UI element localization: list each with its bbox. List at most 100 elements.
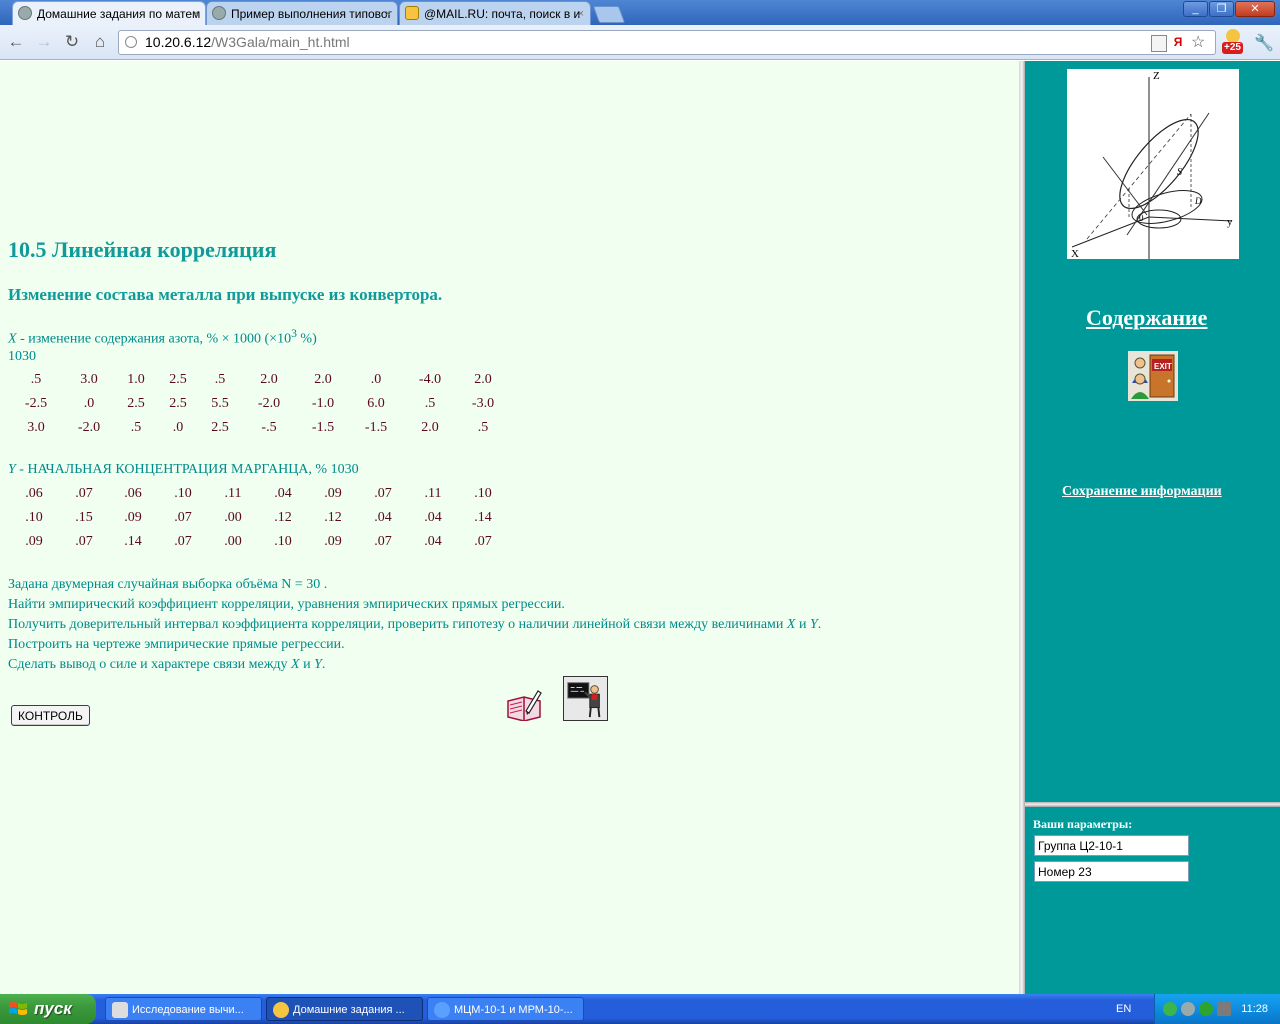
- table-cell: .5: [130, 420, 142, 435]
- y-desc-text: - НАЧАЛЬНАЯ КОНЦЕНТРАЦИЯ МАРГАНЦА, % 103…: [15, 462, 359, 477]
- windows-flag-icon: [9, 1002, 27, 1015]
- table-cell: .12: [324, 510, 342, 525]
- table-cell: 2.5: [127, 396, 145, 411]
- taskbar-item[interactable]: Исследование вычи...: [105, 997, 262, 1021]
- vmware-icon[interactable]: [1217, 1002, 1231, 1016]
- browser-toolbar: ← → ↻ ⌂ 10.20.6.12/W3Gala/main_ht.html Я…: [0, 25, 1280, 60]
- tab-close-icon[interactable]: ×: [193, 2, 199, 25]
- table-cell: -2.0: [77, 420, 101, 435]
- table-cell: .04: [424, 510, 442, 525]
- group-field[interactable]: [1034, 835, 1189, 856]
- tab-homework[interactable]: Домашние задания по матем ×: [12, 1, 206, 25]
- page-icon: [125, 36, 137, 48]
- y-var: Y: [8, 462, 16, 477]
- task-line: Сделать вывод о силе и характере связи м…: [8, 657, 325, 673]
- task-line: Получить доверительный интервал коэффици…: [8, 617, 821, 633]
- exit-icon[interactable]: EXIT: [1128, 351, 1178, 401]
- x-description: X - изменение содержания азота, % × 1000…: [8, 327, 317, 348]
- task-text: Сделать вывод о силе и характере связи м…: [8, 657, 292, 672]
- params-label: Ваши параметры:: [1033, 817, 1133, 831]
- table-cell: 6.0: [367, 396, 385, 411]
- ie-icon: [434, 1002, 450, 1018]
- table-cell: .07: [174, 510, 192, 525]
- table-cell: .09: [25, 534, 43, 549]
- table-cell: 3.0: [80, 372, 98, 387]
- taskbar-item[interactable]: Домашние задания ...: [266, 997, 423, 1021]
- teacher-icon[interactable]: [563, 676, 608, 721]
- table-cell: -1.5: [364, 420, 388, 435]
- yandex-icon[interactable]: Я: [1171, 35, 1185, 50]
- tab-title: @MAIL.RU: почта, поиск в и: [424, 7, 581, 21]
- update-icon[interactable]: [1199, 1002, 1213, 1016]
- table-cell: .09: [124, 510, 142, 525]
- origin-label: 0: [1139, 213, 1144, 223]
- taskbar-item[interactable]: МЦМ-10-1 и МРМ-10-...: [427, 997, 584, 1021]
- table-cell: .5: [477, 420, 489, 435]
- control-button[interactable]: КОНТРОЛЬ: [11, 705, 90, 726]
- table-cell: -2.5: [24, 396, 48, 411]
- table-row: .10 .15 .09 .07 .00 .12 .12 .04 .04 .14: [8, 506, 508, 530]
- table-cell: .00: [224, 510, 242, 525]
- save-info-link[interactable]: Сохранение информации: [1062, 484, 1222, 500]
- start-button[interactable]: пуск: [0, 994, 96, 1024]
- table-cell: -1.5: [311, 420, 335, 435]
- table-cell: .06: [124, 486, 142, 501]
- address-bar[interactable]: 10.20.6.12/W3Gala/main_ht.html Я ☆: [118, 30, 1216, 55]
- axis-y-label: y: [1227, 216, 1233, 228]
- tab-example[interactable]: Пример выполнения типовог ×: [206, 1, 398, 25]
- table-cell: .10: [274, 534, 292, 549]
- table-cell: .04: [374, 510, 392, 525]
- table-cell: 2.5: [211, 420, 229, 435]
- number-field[interactable]: [1034, 861, 1189, 882]
- new-tab-button[interactable]: [592, 6, 626, 23]
- y-var: Y: [314, 657, 322, 672]
- table-row: .09 .07 .14 .07 .00 .10 .09 .07 .04 .07: [8, 530, 508, 554]
- table-cell: .07: [474, 534, 492, 549]
- wrench-icon[interactable]: 🔧: [1254, 33, 1274, 53]
- antivirus-icon[interactable]: [1181, 1002, 1195, 1016]
- navigation-frame: Z y X 0 S D Содержание EXIT Сохранение и…: [1025, 61, 1280, 802]
- clock[interactable]: 11:28: [1241, 994, 1268, 1024]
- table-cell: -2.0: [257, 396, 281, 411]
- notebook-pen-icon[interactable]: [506, 687, 542, 721]
- contents-link[interactable]: Содержание: [1086, 305, 1207, 331]
- tab-mailru[interactable]: @MAIL.RU: почта, поиск в и ×: [399, 1, 591, 25]
- table-cell: -4.0: [418, 372, 442, 387]
- page-action-icon[interactable]: [1151, 35, 1167, 52]
- exit-label: EXIT: [1154, 362, 1172, 371]
- table-cell: 2.5: [169, 372, 187, 387]
- tab-close-icon[interactable]: ×: [578, 2, 584, 25]
- tab-close-icon[interactable]: ×: [385, 2, 391, 25]
- table-cell: .04: [424, 534, 442, 549]
- close-window-button[interactable]: ✕: [1235, 1, 1275, 17]
- tab-title: Домашние задания по матем: [37, 7, 201, 21]
- chrome-icon: [273, 1002, 289, 1018]
- maximize-button[interactable]: ❐: [1209, 1, 1234, 17]
- system-tray: 11:28: [1154, 994, 1280, 1024]
- back-button[interactable]: ←: [6, 32, 26, 52]
- table-cell: .11: [424, 486, 442, 501]
- language-indicator[interactable]: EN: [1116, 994, 1131, 1024]
- y-description: Y - НАЧАЛЬНАЯ КОНЦЕНТРАЦИЯ МАРГАНЦА, % 1…: [8, 462, 359, 478]
- star-icon[interactable]: ☆: [1191, 35, 1205, 51]
- task-text: Получить доверительный интервал коэффици…: [8, 617, 787, 632]
- parameters-frame: Ваши параметры:: [1025, 807, 1280, 994]
- taskbar-item-label: Домашние задания ...: [293, 1004, 405, 1016]
- table-row: -2.5 .0 2.5 2.5 5.5 -2.0 -1.0 6.0 .5 -3.0: [8, 392, 508, 416]
- home-button[interactable]: ⌂: [90, 32, 110, 52]
- table-cell: .10: [25, 510, 43, 525]
- url-text: 10.20.6.12/W3Gala/main_ht.html: [145, 31, 350, 54]
- reload-button[interactable]: ↻: [62, 32, 82, 52]
- table-cell: 2.5: [169, 396, 187, 411]
- network-icon[interactable]: [1163, 1002, 1177, 1016]
- forward-button[interactable]: →: [34, 32, 54, 52]
- extension-badge: +25: [1222, 42, 1243, 54]
- table-cell: .12: [274, 510, 292, 525]
- x-values-table: .5 3.0 1.0 2.5 .5 2.0 2.0 .0 -4.0 2.0 -2.5 .0 2.5 2.5…: [8, 368, 508, 440]
- start-label: пуск: [34, 999, 72, 1018]
- table-cell: .07: [374, 486, 392, 501]
- table-cell: 2.0: [474, 372, 492, 387]
- extension-icon[interactable]: +25: [1222, 29, 1246, 55]
- minimize-button[interactable]: _: [1183, 1, 1208, 17]
- x-desc-text: - изменение содержания азота, % × 1000 (…: [16, 331, 292, 347]
